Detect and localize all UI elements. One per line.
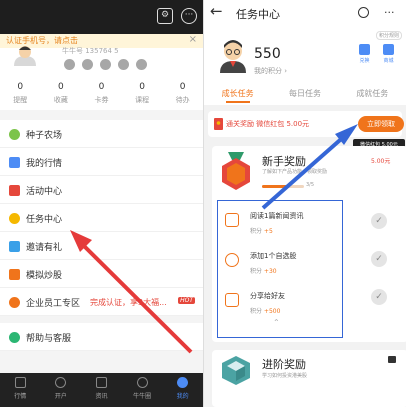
menu-item-my-quotes[interactable]: 我的行情 [0,148,203,176]
task-item-add-watchlist[interactable]: 添加1个自选股 积分 +30 [218,245,344,281]
verify-phone-text[interactable]: 认证手机号，请点击 [6,35,78,46]
top-bar: ⚙ ··· [0,0,203,34]
mall-button[interactable]: 商城 [383,44,394,64]
check-icon: ✓ [371,289,387,305]
advanced-subtitle: 学习如何投资港美股 [262,373,308,379]
close-icon[interactable]: × [189,34,197,45]
my-points-link[interactable]: 我的积分 › [254,66,287,76]
collapse-icon[interactable]: ⌃ [273,318,280,327]
advanced-reward-card[interactable]: 进阶奖励 学习如何投资港美股 [212,350,406,407]
bottom-tab-bar: 行情 开户 资讯 牛牛圈 我的 [0,373,203,407]
completion-reward-bar: 通关奖励 微信红包 5.00元 立即领取 [208,111,404,137]
chart-icon [9,157,20,168]
more-icon[interactable]: ··· [181,8,197,24]
card-bonus: 5.00元 [371,158,391,165]
claim-button[interactable]: 立即领取 [358,116,404,132]
task-item-read-news[interactable]: 阅读1篇新闻资讯 积分 +5 [218,205,344,241]
task-list-highlight: 阅读1篇新闻资讯 积分 +5 添加1个自选股 积分 +30 分享给好友 积分 +… [217,200,343,338]
points-rule-button[interactable]: 积分规则 [375,31,402,40]
news-icon [95,377,107,388]
tab-community[interactable]: 牛牛圈 [122,373,163,407]
check-icon: ✓ [371,251,387,267]
mall-icon [383,44,394,55]
coins-icon [9,213,20,224]
search-icon[interactable] [358,7,369,18]
progress-fill [262,185,288,188]
user-id: 牛牛号 135764 5 [62,47,119,55]
plus-circle-icon [55,377,67,388]
header: ← 任务中心 ··· [204,0,406,28]
avatar[interactable] [12,46,38,66]
enterprise-hint: 完成认证，享3大福... [90,298,167,307]
menu-item-invite[interactable]: 邀请有礼 [0,232,203,260]
advanced-title: 进阶奖励 [262,358,306,371]
badge-icon[interactable] [100,59,111,70]
tab-mine[interactable]: 我的 [162,373,203,407]
menu-item-help[interactable]: 帮助与客服 [0,323,203,351]
tab-achievement-tasks[interactable]: 成就任务 [339,83,406,105]
back-icon[interactable]: ← [210,2,223,20]
page-title: 任务中心 [236,8,280,21]
lock-icon [388,356,396,363]
left-panel: ⚙ ··· 认证手机号，请点击 × 牛牛号 135764 5 0 提醒 0 收藏 0… [0,0,203,407]
compass-icon [136,377,148,388]
tab-daily-tasks[interactable]: 每日任务 [271,83,338,105]
tab-news[interactable]: 资讯 [81,373,122,407]
bar-chart-icon [9,269,20,280]
badge-row [64,59,147,70]
reward-text: 通关奖励 微信红包 5.00元 [226,120,310,128]
stats-row: 0 提醒 0 收藏 0 卡券 0 课程 0 待办 [0,82,203,105]
medal-icon [222,152,250,190]
stat-coupons[interactable]: 0 卡券 [81,82,122,105]
user-icon [177,377,189,388]
progress-label: 3/5 [306,182,315,188]
menu-item-enterprise-zone[interactable]: 企业员工专区 完成认证，享3大福... HOT [0,288,203,316]
headset-icon [9,332,20,343]
exchange-button[interactable]: 兑换 [359,44,370,64]
megaphone-icon [9,241,20,252]
heart-plus-icon [225,253,239,267]
avatar[interactable] [218,39,248,73]
badge-icon [9,297,20,308]
tab-growth-tasks[interactable]: 成长任务 [204,83,271,105]
menu-item-task-center[interactable]: 任务中心 [0,204,203,232]
tab-quotes[interactable]: 行情 [0,373,41,407]
badge-icon[interactable] [82,59,93,70]
exchange-icon [359,44,370,55]
novice-title: 新手奖励 [262,155,306,168]
stat-reminders[interactable]: 0 提醒 [0,82,41,105]
check-icon: ✓ [371,213,387,229]
menu-item-activity-center[interactable]: 活动中心 [0,176,203,204]
badge-icon[interactable] [136,59,147,70]
menu-item-simulated-trading[interactable]: 模拟炒股 [0,260,203,288]
cube-icon [222,356,250,385]
novice-subtitle: 了解如下产品功能，领取奖励 [262,169,328,175]
badge-icon[interactable] [64,59,75,70]
stat-favorites[interactable]: 0 收藏 [41,82,82,105]
badge-icon[interactable] [118,59,129,70]
stat-courses[interactable]: 0 课程 [122,82,163,105]
stat-pending[interactable]: 0 待办 [162,82,203,105]
hot-badge: HOT [178,297,195,304]
chart-icon [14,377,26,388]
menu-list: 种子农场 我的行情 活动中心 任务中心 邀请有礼 模拟炒股 企业员工专区 完成认证… [0,120,203,316]
points-value: 550 [254,46,281,62]
more-icon[interactable]: ··· [384,6,395,19]
document-icon [225,213,239,227]
right-panel: ← 任务中心 ··· 550 我的积分 › 积分规则 兑换 商城 成长任务 每日… [204,0,406,407]
leaf-icon [9,129,20,140]
red-packet-icon [214,118,223,130]
settings-icon[interactable]: ⚙ [157,8,173,24]
profile-section: 牛牛号 135764 5 0 提醒 0 收藏 0 卡券 0 课程 0 待办 [0,46,203,110]
progress-bar [262,185,304,188]
task-tabs: 成长任务 每日任务 成就任务 [204,83,406,105]
menu-item-seed-farm[interactable]: 种子农场 [0,120,203,148]
share-icon [225,293,239,307]
tab-open-account[interactable]: 开户 [41,373,82,407]
task-item-share[interactable]: 分享给好友 积分 +500 [218,285,344,321]
user-points-section: 550 我的积分 › 积分规则 兑换 商城 [204,28,406,83]
calendar-icon [9,185,20,196]
